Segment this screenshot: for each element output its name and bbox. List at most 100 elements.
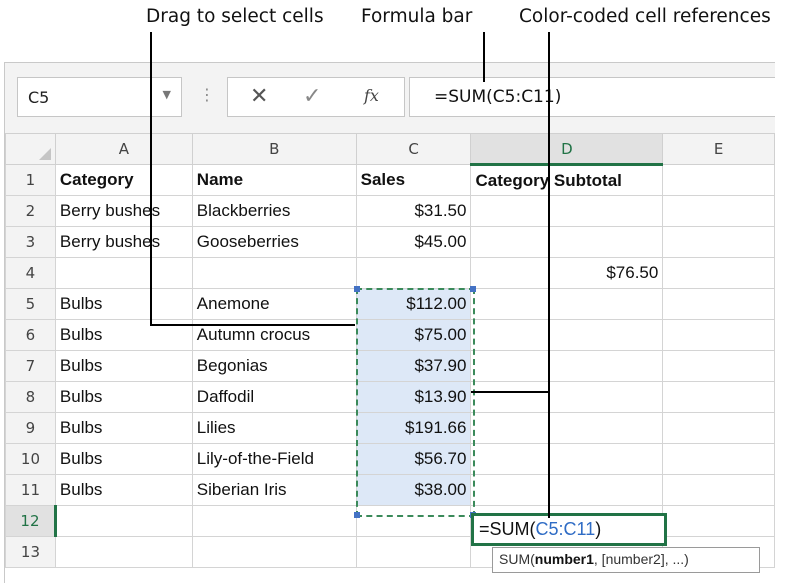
formula-bar-area: C5 ▼ ⋮ ✕ ✓ fx =SUM(C5:C11) xyxy=(5,63,775,133)
callout-formula-bar: Formula bar xyxy=(361,6,473,27)
row-header[interactable]: 3 xyxy=(5,226,56,258)
cell-c[interactable] xyxy=(355,257,472,289)
table-row: 1 Category Name Sales Category Subtotal xyxy=(5,164,775,196)
cell-c[interactable]: $191.66 xyxy=(355,412,472,444)
selection-handle[interactable] xyxy=(470,286,476,292)
cell-e[interactable] xyxy=(662,257,775,289)
name-box-value: C5 xyxy=(28,88,50,107)
table-row: 9 Bulbs Lilies $191.66 xyxy=(5,412,775,444)
row-header[interactable]: 12 xyxy=(5,505,57,537)
row-header[interactable]: 2 xyxy=(5,195,56,227)
row-header[interactable]: 13 xyxy=(5,536,56,568)
cell-d[interactable]: $76.50 xyxy=(470,257,664,289)
selection-handle[interactable] xyxy=(354,512,360,518)
cell-d[interactable] xyxy=(470,474,664,506)
column-header-c[interactable]: C xyxy=(355,133,472,165)
cell-e[interactable] xyxy=(662,381,775,413)
cell-c[interactable]: Sales xyxy=(355,164,472,196)
cell-e[interactable] xyxy=(662,226,775,258)
row-header[interactable]: 5 xyxy=(5,288,56,320)
cell-c[interactable]: $38.00 xyxy=(355,474,472,506)
cell-c[interactable]: $45.00 xyxy=(355,226,472,258)
cell-b[interactable]: Anemone xyxy=(191,288,357,320)
cell-b[interactable] xyxy=(191,536,357,568)
cell-d[interactable] xyxy=(470,412,664,444)
cell-a[interactable] xyxy=(54,536,193,568)
cell-d[interactable] xyxy=(470,288,664,320)
column-header-b[interactable]: B xyxy=(191,133,357,165)
table-row: 10 Bulbs Lily-of-the-Field $56.70 xyxy=(5,443,775,475)
cell-a[interactable]: Bulbs xyxy=(54,350,193,382)
cell-e[interactable] xyxy=(662,288,775,320)
cell-d[interactable] xyxy=(470,195,664,227)
cell-c[interactable]: $13.90 xyxy=(355,381,472,413)
cell-b[interactable]: Gooseberries xyxy=(191,226,357,258)
cell-a[interactable]: Berry bushes xyxy=(54,226,193,258)
cell-e[interactable] xyxy=(662,412,775,444)
cell-a[interactable]: Bulbs xyxy=(54,381,193,413)
cell-a[interactable]: Bulbs xyxy=(54,474,193,506)
cell-a[interactable]: Bulbs xyxy=(54,443,193,475)
cell-d[interactable] xyxy=(470,226,664,258)
cell-b[interactable]: Daffodil xyxy=(191,381,357,413)
cell-a[interactable] xyxy=(54,257,193,289)
cell-b[interactable]: Siberian Iris xyxy=(191,474,357,506)
cell-e[interactable] xyxy=(662,319,775,351)
edit-formula-prefix: =SUM( xyxy=(479,519,536,539)
cell-d[interactable]: Category Subtotal xyxy=(470,164,664,196)
cell-b[interactable]: Lilies xyxy=(191,412,357,444)
cell-b[interactable] xyxy=(191,257,357,289)
cell-b[interactable]: Name xyxy=(191,164,357,196)
cell-a[interactable]: Bulbs xyxy=(54,288,193,320)
cell-e[interactable] xyxy=(662,195,775,227)
cell-d[interactable] xyxy=(470,443,664,475)
cell-c[interactable]: $75.00 xyxy=(355,319,472,351)
cell-e[interactable] xyxy=(662,505,775,537)
cell-a[interactable]: Berry bushes xyxy=(54,195,193,227)
cell-c[interactable]: $37.90 xyxy=(355,350,472,382)
row-header[interactable]: 11 xyxy=(5,474,56,506)
row-header[interactable]: 1 xyxy=(5,164,56,196)
row-header[interactable]: 8 xyxy=(5,381,56,413)
cell-c[interactable] xyxy=(355,505,472,537)
chevron-down-icon[interactable]: ▼ xyxy=(163,88,171,101)
cell-e[interactable] xyxy=(662,443,775,475)
insert-function-icon[interactable]: fx xyxy=(364,86,379,105)
column-header-a[interactable]: A xyxy=(54,133,193,165)
cell-c[interactable]: $56.70 xyxy=(355,443,472,475)
table-row: 2 Berry bushes Blackberries $31.50 xyxy=(5,195,775,227)
cell-a[interactable] xyxy=(54,505,193,537)
formula-input[interactable]: =SUM(C5:C11) xyxy=(409,77,775,117)
cell-e[interactable] xyxy=(662,164,775,196)
cell-d[interactable] xyxy=(470,319,664,351)
grip-icon[interactable]: ⋮ xyxy=(199,85,215,104)
enter-icon[interactable]: ✓ xyxy=(303,84,321,109)
cell-e[interactable] xyxy=(662,474,775,506)
table-row: 11 Bulbs Siberian Iris $38.00 xyxy=(5,474,775,506)
cell-b[interactable]: Begonias xyxy=(191,350,357,382)
name-box[interactable]: C5 ▼ xyxy=(17,77,182,117)
row-header[interactable]: 10 xyxy=(5,443,56,475)
cell-a[interactable]: Category xyxy=(54,164,193,196)
cell-b[interactable] xyxy=(191,505,357,537)
column-header-e[interactable]: E xyxy=(662,133,775,165)
column-header-d[interactable]: D xyxy=(470,133,664,166)
cell-d[interactable] xyxy=(470,350,664,382)
row-header[interactable]: 6 xyxy=(5,319,56,351)
row-header[interactable]: 4 xyxy=(5,257,56,289)
row-header[interactable]: 7 xyxy=(5,350,56,382)
cell-d[interactable] xyxy=(470,381,664,413)
cell-c[interactable] xyxy=(355,536,472,568)
cell-e[interactable] xyxy=(662,350,775,382)
cell-b[interactable]: Lily-of-the-Field xyxy=(191,443,357,475)
active-cell-d12[interactable]: =SUM(C5:C11) xyxy=(471,513,667,546)
cancel-icon[interactable]: ✕ xyxy=(250,84,268,109)
cell-c[interactable]: $31.50 xyxy=(355,195,472,227)
row-header[interactable]: 9 xyxy=(5,412,56,444)
cell-b[interactable]: Blackberries xyxy=(191,195,357,227)
selection-handle[interactable] xyxy=(354,286,360,292)
select-all-corner[interactable] xyxy=(5,133,56,165)
cell-a[interactable]: Bulbs xyxy=(54,412,193,444)
function-tooltip[interactable]: SUM(number1, [number2], ...) xyxy=(492,547,760,573)
cell-c[interactable]: $112.00 xyxy=(355,288,472,320)
